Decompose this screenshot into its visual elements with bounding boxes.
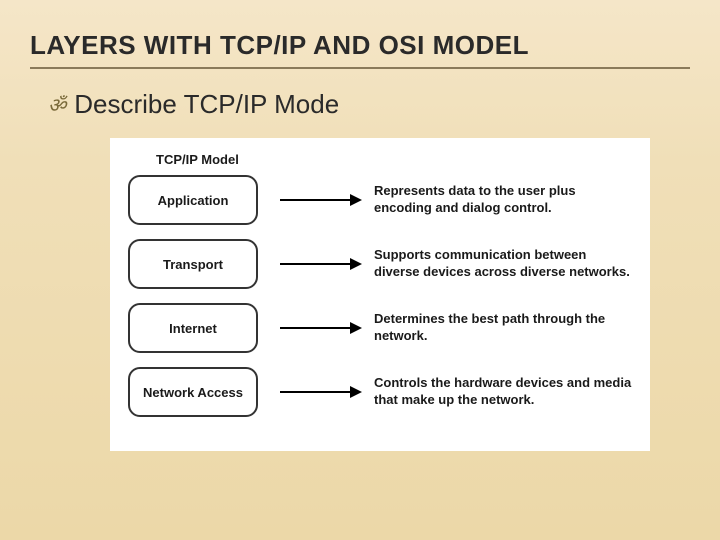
layer-desc: Determines the best path through the net… — [374, 311, 632, 345]
arrow-icon — [280, 391, 360, 393]
layer-row: Application Represents data to the user … — [128, 175, 632, 225]
layer-box-transport: Transport — [128, 239, 258, 289]
arrow-icon — [280, 327, 360, 329]
bullet-text: Describe TCP/IP Mode — [74, 89, 339, 120]
layer-row: Transport Supports communication between… — [128, 239, 632, 289]
layer-box-application: Application — [128, 175, 258, 225]
layer-desc: Controls the hardware devices and media … — [374, 375, 632, 409]
layer-box-network-access: Network Access — [128, 367, 258, 417]
slide: LAYERS WITH TCP/IP AND OSI MODEL ॐ Descr… — [0, 0, 720, 471]
layer-row: Network Access Controls the hardware dev… — [128, 367, 632, 417]
bullet-icon: ॐ — [48, 91, 66, 118]
arrow-icon — [280, 199, 360, 201]
layer-desc: Represents data to the user plus encodin… — [374, 183, 632, 217]
layer-box-internet: Internet — [128, 303, 258, 353]
layer-desc: Supports communication between diverse d… — [374, 247, 632, 281]
layer-row: Internet Determines the best path throug… — [128, 303, 632, 353]
slide-title: LAYERS WITH TCP/IP AND OSI MODEL — [30, 30, 690, 69]
bullet-item: ॐ Describe TCP/IP Mode — [48, 89, 690, 120]
tcpip-diagram: TCP/IP Model Application Represents data… — [110, 138, 650, 451]
arrow-icon — [280, 263, 360, 265]
model-title: TCP/IP Model — [156, 152, 632, 167]
